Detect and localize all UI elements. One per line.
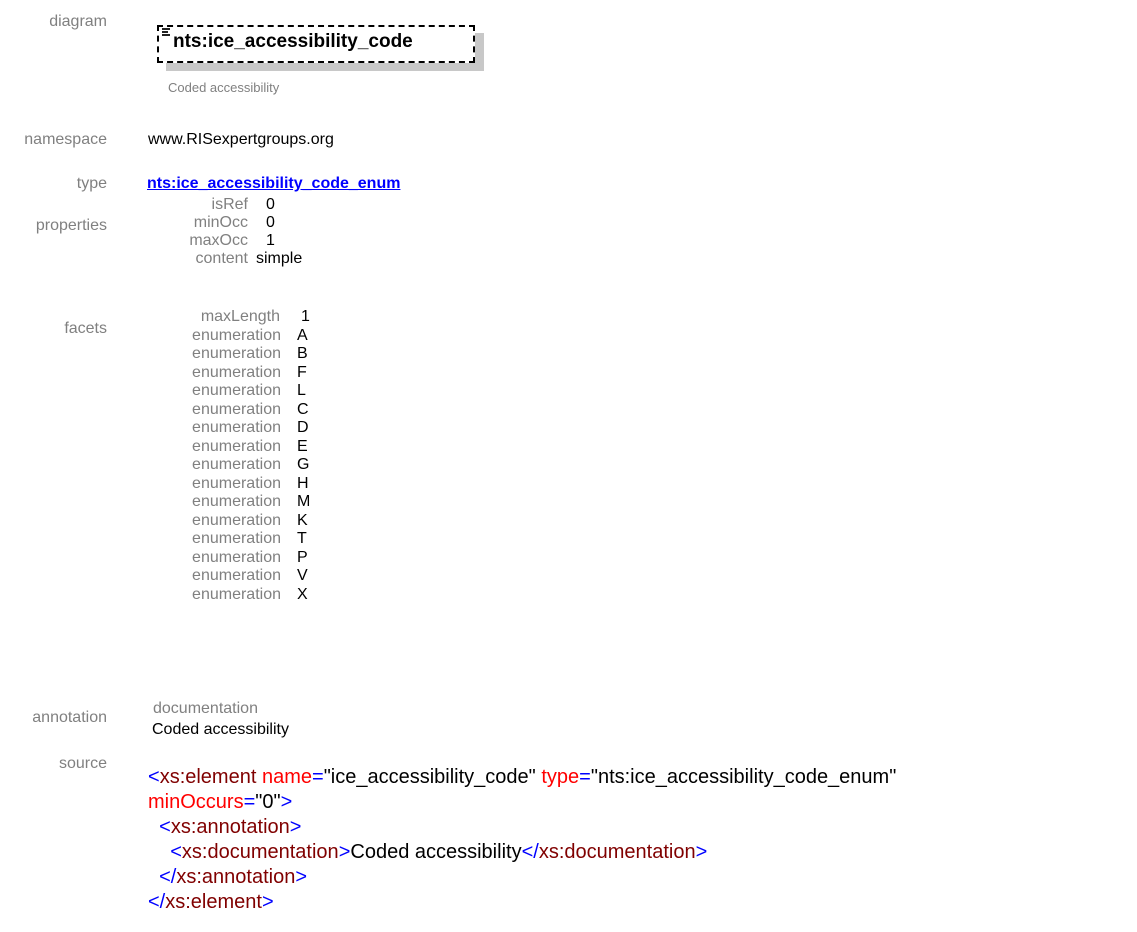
property-value: 1 — [266, 232, 275, 249]
annotation-documentation-key: documentation — [153, 700, 258, 717]
facet-key: enumeration — [192, 474, 281, 492]
facet-key: enumeration — [192, 419, 281, 436]
xml-attr-value: "0" — [255, 791, 281, 813]
facet-value: T — [297, 530, 307, 547]
facet-value: X — [297, 585, 308, 603]
facet-row: enumeration P — [150, 549, 310, 568]
xml-tag: xs:annotation — [170, 816, 290, 838]
facet-row: enumeration G — [150, 456, 310, 475]
type-link[interactable]: nts:ice_accessibility_code_enum — [147, 175, 400, 193]
property-key: minOcc — [193, 214, 248, 231]
property-value: simple — [256, 250, 303, 267]
facet-row: enumeration D — [150, 419, 310, 438]
facet-value: 1 — [301, 308, 310, 325]
diagram-documentation: Coded accessibility — [168, 80, 280, 95]
property-row: content simple — [150, 250, 303, 268]
xml-attr: name — [261, 766, 312, 788]
property-value: 0 — [266, 196, 275, 213]
xml-text: Coded accessibility — [350, 841, 522, 863]
facet-value: L — [297, 382, 306, 399]
property-key: content — [195, 250, 248, 267]
facet-value: A — [297, 326, 308, 344]
properties-label: properties — [35, 217, 107, 234]
property-row: minOcc 0 — [150, 214, 302, 232]
annotation-label: annotation — [32, 709, 107, 726]
diagram-element-name: nts:ice_accessibility_code — [173, 31, 413, 52]
annotation-documentation-value: Coded accessibility — [152, 721, 289, 738]
facet-value: E — [297, 437, 308, 455]
facet-key: enumeration — [192, 382, 281, 399]
facet-value: K — [297, 511, 308, 529]
property-row: isRef 0 — [150, 196, 302, 214]
facet-row: enumeration T — [150, 530, 310, 549]
properties-table: isRef 0 minOcc 0 maxOcc 1 content simple — [150, 196, 302, 268]
facet-row: enumeration X — [150, 586, 310, 605]
facet-key: enumeration — [192, 511, 281, 529]
facet-row: enumeration L — [150, 382, 310, 401]
xml-tag: xs:annotation — [176, 866, 296, 888]
facet-value: V — [297, 567, 308, 584]
type-label: type — [76, 175, 107, 192]
facet-key: enumeration — [192, 548, 281, 566]
facet-key: maxLength — [200, 308, 280, 325]
facets-table: maxLength 1 enumeration A enumeration B enu… — [150, 308, 310, 604]
namespace-value: www.RISexpertgroups.org — [148, 131, 334, 148]
xml-attr: minOccurs — [148, 791, 244, 813]
property-key: isRef — [211, 196, 248, 213]
facet-key: enumeration — [192, 567, 281, 584]
facet-row: enumeration C — [150, 401, 310, 420]
facet-key: enumeration — [192, 363, 281, 381]
xml-attr-value: "nts:ice_accessibility_code_enum" — [590, 766, 897, 788]
namespace-label: namespace — [24, 131, 107, 148]
facet-value: F — [297, 363, 307, 381]
facet-key: enumeration — [192, 585, 281, 603]
facet-row: enumeration E — [150, 438, 310, 457]
property-value: 0 — [266, 214, 275, 231]
facet-value: C — [297, 400, 309, 418]
element-diagram-box[interactable]: nts:ice_accessibility_code — [157, 25, 475, 63]
property-row: maxOcc 1 — [150, 232, 302, 250]
xml-attr-value: "ice_accessibility_code" — [323, 766, 536, 788]
facet-key: enumeration — [192, 530, 281, 547]
facet-row: enumeration M — [150, 493, 310, 512]
facet-value: M — [297, 493, 311, 510]
facet-key: enumeration — [192, 345, 281, 362]
xml-tag: xs:element — [159, 766, 257, 788]
diagram-label: diagram — [49, 13, 107, 30]
facet-key: enumeration — [192, 493, 281, 510]
facet-row: enumeration V — [150, 567, 310, 586]
facet-key: enumeration — [192, 456, 281, 473]
facet-value: P — [297, 548, 308, 566]
facet-row: enumeration K — [150, 512, 310, 531]
facet-value: G — [297, 456, 310, 473]
source-label: source — [58, 755, 107, 772]
facet-row: enumeration B — [150, 345, 310, 364]
xml-tag: xs:documentation — [538, 841, 696, 863]
xml-tag: xs:element — [165, 891, 262, 913]
facet-key: enumeration — [192, 400, 281, 418]
xml-tag: xs:documentation — [181, 841, 339, 863]
facet-row: enumeration F — [150, 364, 310, 383]
facet-key: enumeration — [192, 437, 281, 455]
facet-value: H — [297, 474, 309, 492]
facet-row: enumeration H — [150, 475, 310, 494]
property-key: maxOcc — [189, 232, 248, 249]
xml-attr: type — [541, 766, 580, 788]
facet-value: B — [297, 345, 308, 362]
source-code: <xs:element name="ice_accessibility_code… — [148, 766, 897, 913]
facet-row: maxLength 1 — [150, 308, 310, 327]
facet-value: D — [297, 419, 309, 436]
facets-label: facets — [64, 320, 107, 337]
facet-key: enumeration — [192, 326, 281, 344]
facet-row: enumeration A — [150, 327, 310, 346]
documentation-icon — [162, 27, 172, 39]
